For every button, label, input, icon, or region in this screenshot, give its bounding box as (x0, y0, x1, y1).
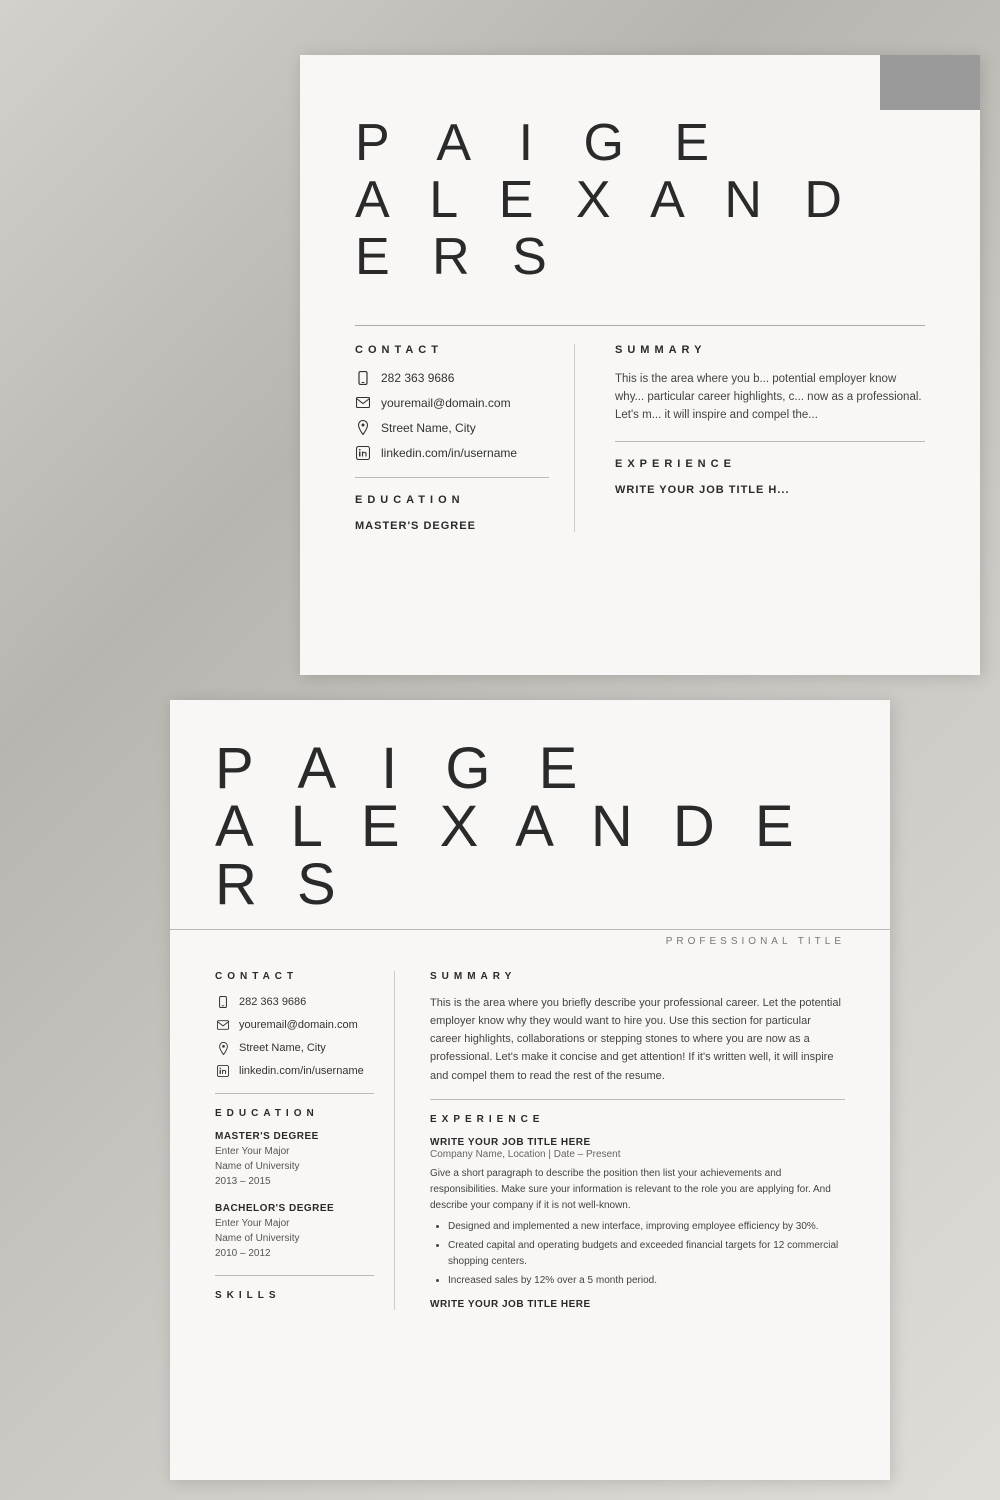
bottom-email-item: youremail@domain.com (215, 1017, 374, 1033)
bottom-name-section: P A I G E A L E X A N D E R S (170, 700, 890, 929)
masters-major: Enter Your Major (215, 1144, 374, 1159)
bottom-email: youremail@domain.com (239, 1019, 358, 1031)
job1-bullets: Designed and implemented a new interface… (430, 1219, 845, 1289)
summary-exp-divider-bottom (430, 1099, 845, 1100)
bottom-two-col-layout: CONTACT 282 363 9686 youremai (170, 953, 890, 1310)
education-section-title-top: EDUCATION (355, 494, 549, 506)
bottom-experience-title: EXPERIENCE (430, 1114, 845, 1125)
job1-bullet-3: Increased sales by 12% over a 5 month pe… (448, 1273, 845, 1289)
masters-university: Name of University (215, 1159, 374, 1174)
top-last-name: A L E X A N D E R S (355, 172, 925, 286)
summary-section-title-top: SUMMARY (615, 344, 925, 356)
job1-bullet-1: Designed and implemented a new interface… (448, 1219, 845, 1235)
top-name-divider (355, 325, 925, 326)
summary-experience-divider (615, 441, 925, 442)
location-icon (355, 420, 371, 436)
top-left-column: CONTACT 282 363 9686 youremai (355, 344, 575, 532)
top-two-col-layout: CONTACT 282 363 9686 youremai (300, 344, 980, 532)
bottom-linkedin-icon (215, 1063, 231, 1079)
contact-education-divider (355, 477, 549, 478)
phone-number: 282 363 9686 (381, 371, 454, 385)
job1-description: Give a short paragraph to describe the p… (430, 1166, 845, 1214)
bottom-address-item: Street Name, City (215, 1040, 374, 1056)
bottom-contact-divider (215, 1093, 374, 1094)
job-title-top: WRITE YOUR JOB TITLE H... (615, 484, 925, 496)
experience-section-title-top: EXPERIENCE (615, 458, 925, 470)
phone-contact-item: 282 363 9686 (355, 370, 549, 386)
bachelors-major: Enter Your Major (215, 1216, 374, 1231)
masters-degree-title: MASTER'S DEGREE (215, 1131, 374, 1142)
professional-title-text: PROFESSIONAL TITLE (666, 936, 845, 947)
bachelors-degree-block: BACHELOR'S DEGREE Enter Your Major Name … (215, 1203, 374, 1261)
street-address: Street Name, City (381, 421, 476, 435)
address-contact-item: Street Name, City (355, 420, 549, 436)
skills-section-title: SKILLS (215, 1290, 374, 1301)
bottom-left-column: CONTACT 282 363 9686 youremai (215, 971, 395, 1310)
bottom-summary-text: This is the area where you briefly descr… (430, 994, 845, 1085)
masters-years: 2013 – 2015 (215, 1174, 374, 1189)
linkedin-url: linkedin.com/in/username (381, 446, 517, 460)
email-address: youremail@domain.com (381, 396, 511, 410)
job1-title: WRITE YOUR JOB TITLE HERE (430, 1137, 845, 1148)
job2-title: WRITE YOUR JOB TITLE HERE (430, 1299, 845, 1310)
decorative-shape (880, 55, 980, 110)
bottom-first-name: P A I G E (215, 740, 845, 798)
bottom-contact-title: CONTACT (215, 971, 374, 982)
job1-company: Company Name, Location | Date – Present (430, 1149, 845, 1160)
linkedin-icon (355, 445, 371, 461)
edu-skills-divider (215, 1275, 374, 1276)
bottom-summary-title: SUMMARY (430, 971, 845, 982)
contact-section-title: CONTACT (355, 344, 549, 356)
bottom-linkedin: linkedin.com/in/username (239, 1065, 364, 1077)
bottom-phone-item: 282 363 9686 (215, 994, 374, 1010)
masters-degree-block: MASTER'S DEGREE Enter Your Major Name of… (215, 1131, 374, 1189)
top-first-name: P A I G E (355, 115, 925, 172)
job1-bullet-2: Created capital and operating budgets an… (448, 1238, 845, 1270)
bottom-phone-icon (215, 994, 231, 1010)
masters-degree-top: MASTER'S DEGREE (355, 520, 549, 532)
linkedin-contact-item: linkedin.com/in/username (355, 445, 549, 461)
email-contact-item: youremail@domain.com (355, 395, 549, 411)
bottom-address: Street Name, City (239, 1042, 326, 1054)
top-resume-card: P A I G E A L E X A N D E R S CONTACT 28… (300, 55, 980, 675)
bottom-right-column: SUMMARY This is the area where you brief… (420, 971, 845, 1310)
top-name-section: P A I G E A L E X A N D E R S (300, 55, 980, 307)
email-icon (355, 395, 371, 411)
bachelors-university: Name of University (215, 1231, 374, 1246)
bottom-education-title: EDUCATION (215, 1108, 374, 1119)
professional-title-bar: PROFESSIONAL TITLE (170, 929, 890, 953)
phone-icon (355, 370, 371, 386)
bottom-last-name: A L E X A N D E R S (215, 798, 845, 914)
bottom-resume-card: P A I G E A L E X A N D E R S PROFESSION… (170, 700, 890, 1480)
top-right-column: SUMMARY This is the area where you b... … (605, 344, 925, 532)
bottom-phone: 282 363 9686 (239, 996, 306, 1008)
bachelors-degree-title: BACHELOR'S DEGREE (215, 1203, 374, 1214)
bottom-location-icon (215, 1040, 231, 1056)
bottom-linkedin-item: linkedin.com/in/username (215, 1063, 374, 1079)
summary-text-top: This is the area where you b... potentia… (615, 370, 925, 425)
bottom-email-icon (215, 1017, 231, 1033)
bachelors-years: 2010 – 2012 (215, 1246, 374, 1261)
